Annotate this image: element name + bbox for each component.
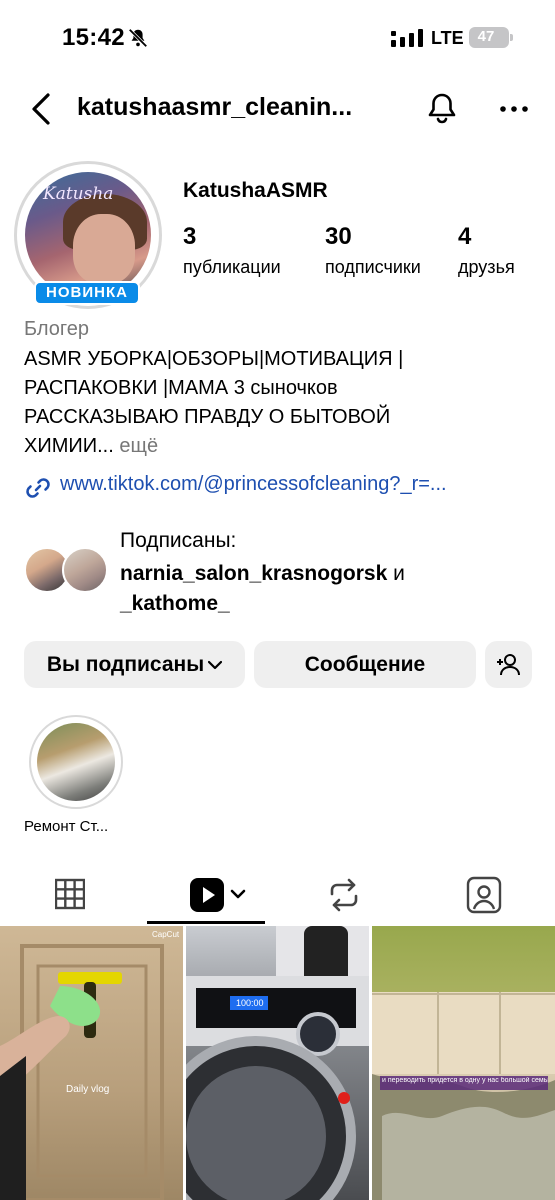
bio-line-last: ХИМИИ... ещё	[24, 435, 158, 458]
bio-line: РАСПАКОВКИ |МАМА 3 сыночков	[24, 377, 338, 399]
link-icon	[26, 478, 50, 498]
active-tab-indicator	[147, 921, 265, 924]
profile-link[interactable]: www.tiktok.com/@princessofcleaning?_r=..…	[60, 473, 447, 496]
bio-line: РАССКАЗЫВАЮ ПРАВДУ О БЫТОВОЙ	[24, 406, 391, 428]
post-thumbnail[interactable]: и переводить придется в одну у нас больш…	[372, 926, 555, 1200]
followed-by-conjunction: и	[393, 562, 405, 585]
back-icon[interactable]	[28, 92, 56, 126]
following-button[interactable]: Вы подписаны	[24, 641, 245, 688]
story-highlight[interactable]	[29, 715, 123, 809]
posts-count[interactable]: 3	[183, 223, 196, 251]
friends-label[interactable]: друзья	[458, 257, 515, 278]
friends-count[interactable]: 4	[458, 223, 471, 251]
followed-by-names[interactable]: narnia_salon_krasnogorsk и _kathome_	[120, 559, 540, 619]
highlight-cover	[37, 723, 115, 801]
signal-icon	[391, 29, 423, 47]
add-user-icon	[497, 654, 520, 676]
more-icon[interactable]	[498, 100, 530, 118]
bell-icon[interactable]	[424, 91, 460, 127]
bio-more-link[interactable]: ещё	[119, 435, 158, 457]
new-badge: НОВИНКА	[34, 281, 140, 305]
suggest-users-button[interactable]	[485, 641, 532, 688]
mutual-follower-avatar[interactable]	[62, 547, 108, 593]
message-button-label: Сообщение	[304, 653, 426, 676]
status-bar: 15:42 LTE 47	[0, 0, 555, 78]
grid-icon[interactable]	[55, 868, 85, 924]
post-thumbnail[interactable]: Daily vlog CapCut	[0, 926, 183, 1200]
post-2-art	[186, 926, 369, 1200]
display-name: KatushaASMR	[183, 179, 328, 202]
message-button[interactable]: Сообщение	[254, 641, 476, 688]
highlight-label[interactable]: Ремонт Ст...	[24, 818, 108, 835]
display-readout: 100:00	[236, 998, 264, 1008]
status-time: 15:42	[62, 24, 125, 51]
following-button-label: Вы подписаны	[46, 653, 205, 676]
repost-icon[interactable]	[328, 868, 360, 924]
reels-icon[interactable]	[190, 868, 250, 924]
bio-line: ASMR УБОРКА|ОБЗОРЫ|МОТИВАЦИЯ |	[24, 348, 404, 370]
post-3-art	[372, 992, 555, 1200]
followers-label[interactable]: подписчики	[325, 257, 421, 278]
avatar-logo: Katusha	[43, 184, 114, 204]
avatar-face	[73, 214, 135, 284]
posts-label[interactable]: публикации	[183, 257, 281, 278]
post-watermark: CapCut	[152, 930, 180, 939]
mutual-follower-name[interactable]: _kathome_	[120, 592, 230, 615]
tagged-icon[interactable]	[466, 868, 502, 924]
post-1-art	[0, 944, 164, 1200]
mutual-follower-name[interactable]: narnia_salon_krasnogorsk	[120, 562, 387, 585]
profile-username: katushaasmr_cleanin...	[77, 93, 353, 121]
chevron-down-icon	[208, 661, 223, 670]
network-type: LTE	[431, 28, 464, 48]
post-thumbnail[interactable]: 100:00	[186, 926, 369, 1200]
battery-icon: 47	[469, 27, 513, 48]
profile-category: Блогер	[24, 318, 90, 340]
battery-tip	[510, 34, 513, 41]
followers-count[interactable]: 30	[325, 223, 352, 251]
post-caption: и переводить придется в одну у нас больш…	[382, 1077, 548, 1084]
battery-level: 47	[477, 28, 495, 45]
bio-line-text: ХИМИИ...	[24, 435, 114, 457]
post-caption: Daily vlog	[66, 1084, 110, 1095]
profile-avatar[interactable]: Katusha	[25, 172, 151, 298]
bell-muted-icon	[128, 28, 148, 48]
followed-by-title: Подписаны:	[120, 529, 237, 552]
